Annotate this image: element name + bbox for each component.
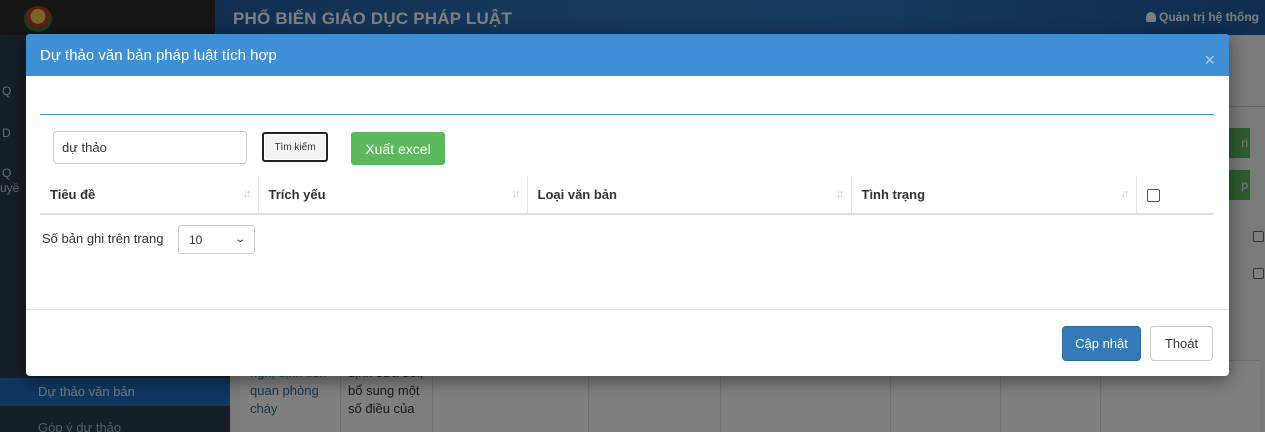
column-label: Tiêu đề xyxy=(50,187,96,202)
page-length-label: Số bản ghi trên trang xyxy=(42,231,164,246)
sort-icon: ↓↑ xyxy=(242,188,252,200)
modal-title: Dự thảo văn bản pháp luật tích hợp xyxy=(40,46,277,64)
column-label: Loại văn bản xyxy=(537,187,617,202)
table-header-row: Tiêu đề ↓↑ Trích yếu ↓↑ Loại văn bản ↓↑ … xyxy=(40,176,1214,215)
update-button[interactable]: Cập nhật xyxy=(1062,326,1141,361)
search-input[interactable] xyxy=(53,131,247,164)
sort-icon: ↓↑ xyxy=(835,188,845,200)
sort-icon: ↓↑ xyxy=(1120,188,1130,200)
column-header-tieu-de[interactable]: Tiêu đề ↓↑ xyxy=(40,176,259,215)
modal-footer: Cập nhật Thoát xyxy=(26,309,1229,376)
column-label: Tình trạng xyxy=(861,187,926,202)
search-button[interactable]: Tìm kiếm xyxy=(262,132,328,162)
sort-icon: ↓↑ xyxy=(511,188,521,200)
column-header-trich-yeu[interactable]: Trích yếu ↓↑ xyxy=(258,176,528,215)
modal-header: Dự thảo văn bản pháp luật tích hợp × xyxy=(26,34,1229,76)
results-table: Tiêu đề ↓↑ Trích yếu ↓↑ Loại văn bản ↓↑ … xyxy=(40,176,1214,215)
exit-button[interactable]: Thoát xyxy=(1150,326,1213,361)
column-header-tinh-trang[interactable]: Tình trạng ↓↑ xyxy=(851,176,1137,215)
modal-dialog: Dự thảo văn bản pháp luật tích hợp × Tìm… xyxy=(26,34,1229,376)
close-icon[interactable]: × xyxy=(1204,50,1215,71)
column-header-loai-van-ban[interactable]: Loại văn bản ↓↑ xyxy=(527,176,852,215)
column-label: Trích yếu xyxy=(268,187,326,202)
export-excel-button[interactable]: Xuất excel xyxy=(351,132,445,165)
column-header-select-all xyxy=(1136,176,1214,215)
select-all-checkbox[interactable] xyxy=(1146,189,1160,203)
page-length-select[interactable]: 10 ⌄ xyxy=(178,225,255,254)
header-divider xyxy=(40,114,1214,115)
page-length-value: 10 xyxy=(189,232,203,247)
chevron-down-icon: ⌄ xyxy=(233,234,246,245)
